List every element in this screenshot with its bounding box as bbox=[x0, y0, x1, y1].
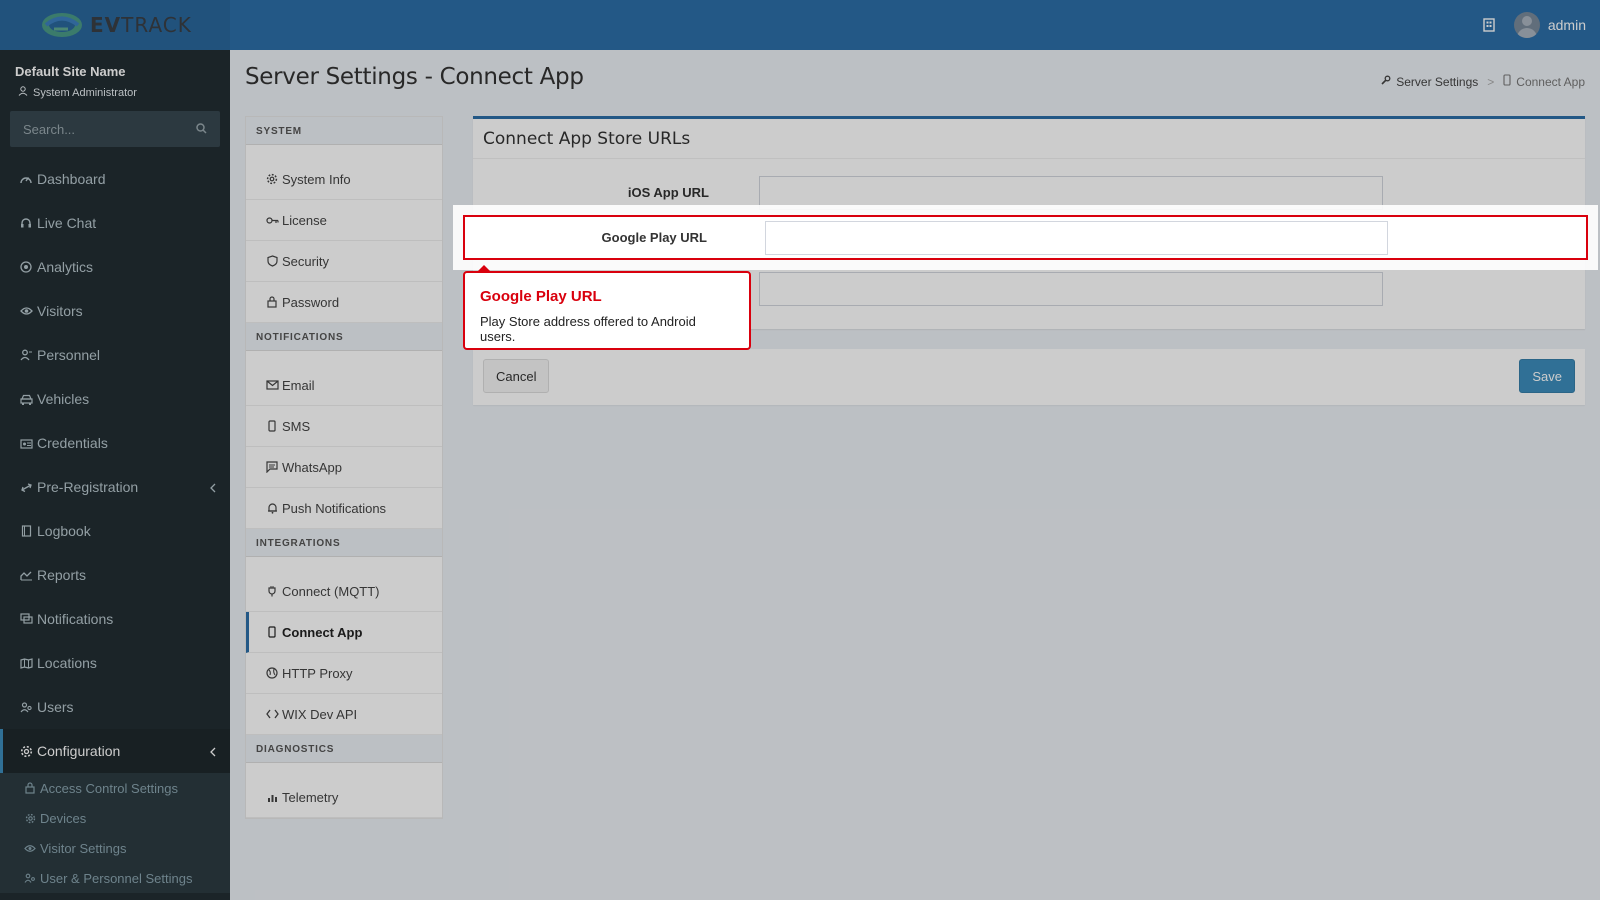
tour-highlight-google-play-url: Google Play URL bbox=[463, 215, 1588, 260]
google-play-url-input[interactable] bbox=[765, 221, 1388, 255]
google-play-url-label: Google Play URL bbox=[601, 230, 707, 245]
tour-tooltip: Google Play URL Play Store address offer… bbox=[463, 265, 751, 350]
tooltip-body: Play Store address offered to Android us… bbox=[480, 314, 696, 344]
tooltip-title: Google Play URL bbox=[480, 288, 602, 305]
tour-backdrop[interactable] bbox=[0, 0, 1600, 900]
